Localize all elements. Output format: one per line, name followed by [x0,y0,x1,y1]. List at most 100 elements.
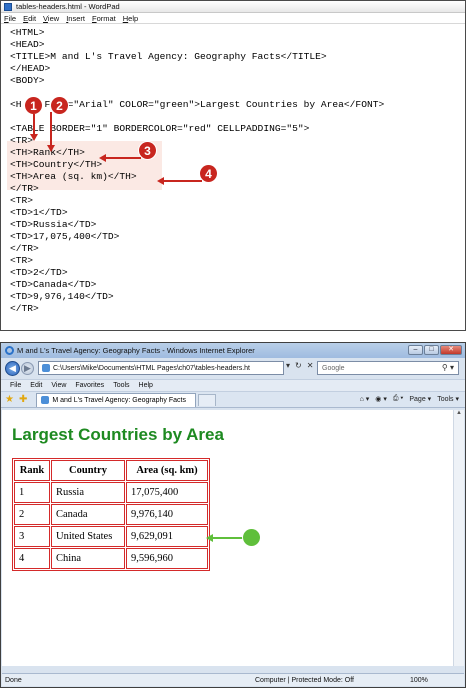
code-line: <TR> [10,255,34,266]
cell-rank: 4 [14,548,50,569]
green-callout-arrow-line [211,537,245,539]
back-arrow-icon: ◀ [9,363,16,373]
page-icon [42,364,50,372]
cell-area: 17,075,400 [126,482,208,503]
minimize-button[interactable]: – [408,345,423,355]
ie-menu-bar: File Edit View Favorites Tools Help [1,379,465,391]
code-line: </TR> [10,303,39,314]
cell-area: 9,596,960 [126,548,208,569]
wordpad-app-icon [4,2,12,11]
wordpad-title: tables-headers.html - WordPad [16,2,120,11]
ie-title: M and L's Travel Agency: Geography Facts… [17,346,255,355]
ie-window: M and L's Travel Agency: Geography Facts… [0,342,466,688]
cell-rank: 1 [14,482,50,503]
page-content: Largest Countries by Area Rank Country A… [2,410,454,666]
close-button[interactable]: ✕ [440,345,462,355]
ie-menu-view[interactable]: View [51,382,66,389]
forward-button[interactable]: ▶ [21,362,34,375]
ie-menu-file[interactable]: File [10,382,21,389]
callout-2-arrow-head [47,145,55,152]
favorites-star-icon[interactable]: ★ [5,394,14,405]
stop-icon[interactable]: ✕ [307,361,314,370]
maximize-button[interactable]: □ [424,345,439,355]
cell-rank: 2 [14,504,50,525]
header-country: Country [51,460,125,481]
ie-logo-icon [5,346,14,355]
callout-4: 4 [200,165,217,182]
home-icon[interactable]: ⌂ ▾ [360,395,370,403]
code-line: <TH>Country</TH> [10,159,103,170]
code-line: <TR> [10,195,34,206]
table-row: 1 Russia 17,075,400 [14,482,208,503]
code-line: <TITLE>M and L's Travel Agency: Geograph… [10,51,327,62]
wordpad-menu-bar: File Edit View Insert Format Help [1,13,465,24]
callout-2: 2 [51,97,68,114]
search-box[interactable]: Google ⚲ ▾ [317,361,459,375]
scroll-up-icon[interactable]: ▲ [454,410,464,419]
header-rank: Rank [14,460,50,481]
refresh-icon[interactable]: ↻ [295,361,302,370]
callout-3: 3 [139,142,156,159]
menu-format[interactable]: Format [92,14,116,23]
menu-view[interactable]: View [43,14,59,23]
add-favorites-icon[interactable]: ✚ [19,394,27,405]
cell-area: 9,629,091 [126,526,208,547]
code-line: <HEAD> [10,39,45,50]
menu-insert[interactable]: Insert [66,14,85,23]
table-row: 3 United States 9,629,091 [14,526,208,547]
page-heading: Largest Countries by Area [12,425,224,444]
code-line: <TD>9,976,140</TD> [10,291,114,302]
ie-menu-tools[interactable]: Tools [113,382,129,389]
code-line: </HEAD> [10,63,51,74]
tab-label: M and L's Travel Agency: Geography Facts [52,396,186,404]
address-text: C:\Users\Mike\Documents\HTML Pages\ch07\… [53,364,250,372]
callout-3-arrow-line [105,157,141,159]
ie-command-bar: ★ ✚ M and L's Travel Agency: Geography F… [1,391,465,408]
callout-3-arrow-head [99,154,106,162]
wordpad-title-bar: tables-headers.html - WordPad [1,1,465,13]
code-line: </TR> [10,243,39,254]
zoom-level[interactable]: 100% [410,677,428,684]
tools-menu-button[interactable]: Tools ▾ [437,395,459,403]
browser-tab[interactable]: M and L's Travel Agency: Geography Facts [36,392,197,407]
ie-menu-edit[interactable]: Edit [30,382,42,389]
green-callout-arrow-head [206,534,213,542]
address-dropdown-icon[interactable]: ▾ [286,361,290,370]
table-row: 4 China 9,596,960 [14,548,208,569]
page-menu-button[interactable]: Page ▾ [409,395,431,403]
menu-edit[interactable]: Edit [23,14,36,23]
header-area: Area (sq. km) [126,460,208,481]
callout-1-arrow-line [33,114,35,135]
ie-menu-help[interactable]: Help [139,382,153,389]
menu-file[interactable]: File [4,14,16,23]
cell-country: Russia [51,482,125,503]
code-line: <TD>Canada</TD> [10,279,97,290]
green-callout [243,529,260,546]
code-line: <TH>Area (sq. km)</TH> [10,171,137,182]
address-bar[interactable]: C:\Users\Mike\Documents\HTML Pages\ch07\… [38,361,284,375]
code-line: <TD>1</TD> [10,207,68,218]
search-icon[interactable]: ⚲ ▾ [442,363,454,372]
vertical-scrollbar[interactable]: ▲ [453,410,464,666]
cell-area: 9,976,140 [126,504,208,525]
cell-country: Canada [51,504,125,525]
ie-menu-favorites[interactable]: Favorites [75,382,104,389]
wordpad-window: tables-headers.html - WordPad File Edit … [0,0,466,331]
status-text: Done [5,676,22,684]
code-line: <TD>Russia</TD> [10,219,97,230]
code-line: <TABLE BORDER="1" BORDERCOLOR="red" CELL… [10,123,310,134]
cell-rank: 3 [14,526,50,547]
code-line: <BODY> [10,75,45,86]
security-zone[interactable]: Computer | Protected Mode: Off [255,677,354,684]
code-line: <TD>17,075,400</TD> [10,231,120,242]
callout-4-arrow-line [163,180,202,182]
callout-1: 1 [25,97,42,114]
print-icon[interactable]: ⎙ ▾ [393,395,404,403]
new-tab-button[interactable] [198,393,217,406]
menu-help[interactable]: Help [123,14,138,23]
cell-country: United States [51,526,125,547]
back-button[interactable]: ◀ [5,361,20,376]
cell-country: China [51,548,125,569]
feeds-icon[interactable]: ◉ ▾ [375,395,387,403]
wordpad-document[interactable]: <HTML> <HEAD> <TITLE>M and L's Travel Agen… [10,26,465,330]
